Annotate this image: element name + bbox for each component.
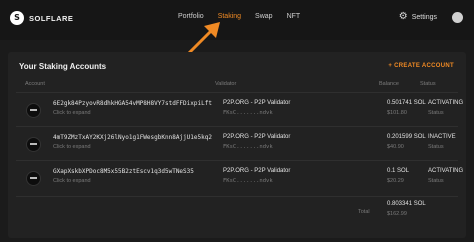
status-value: INACTIVE [428,134,456,140]
staking-accounts-panel: Your Staking Accounts + CREATE ACCOUNT A… [8,52,466,238]
tab-nft[interactable]: NFT [287,13,301,20]
total-row: Total 0.803341 SOL $162.99 [16,196,458,227]
account-icon [26,137,41,152]
total-sol: 0.803341 SOL [387,201,426,207]
logo-icon: S [10,11,24,25]
validator-name: P2P.ORG - P2P Validator [223,168,291,174]
status-value: ACTIVATING [428,168,464,174]
table-row[interactable]: 4mT9ZMzTxAY2KXj26lNyo1g1FWesgbKnn8AjjU1e… [16,126,458,159]
validator-name: P2P.ORG - P2P Validator [223,100,291,106]
balance-sol: 0.201599 SOL [387,134,426,140]
total-label: Total [358,209,370,215]
status-caption: Status [428,144,444,150]
status-caption: Status [428,110,444,116]
balance-usd: $40.90 [387,144,404,150]
account-icon [26,171,41,186]
column-header-account: Account [25,81,45,87]
logo-text: SOLFLARE [29,13,74,23]
column-header-balance: Balance [379,81,399,87]
validator-address: FKsC.......ndvk [223,110,273,116]
expand-link[interactable]: Click to expand [53,178,91,184]
table-row[interactable]: GXapXskbXPDoc8M5x55B2ztEscv1q3d5wTNeS35 … [16,160,463,193]
account-address: 6E2gk84PzyovR8dhkHGA54vMP8H8VY7stdFFDixp… [53,100,212,107]
total-usd: $162.99 [387,211,407,217]
gear-icon: ⚙ [398,11,408,22]
balance-sol: 0.1 SOL [387,168,410,174]
top-bar: S SOLFLARE Portfolio Staking Swap NFT ⚙ … [0,0,474,40]
validator-address: FKsC.......ndvk [223,178,273,184]
balance-usd: $101.80 [387,110,407,116]
balance-sol: 0.501741 SOL [387,100,426,106]
expand-link[interactable]: Click to expand [53,144,91,150]
avatar[interactable] [452,12,463,23]
settings-label: Settings [411,13,437,21]
table-row[interactable]: 6E2gk84PzyovR8dhkHGA54vMP8H8VY7stdFFDixp… [16,92,463,125]
column-header-status: Status [420,81,436,87]
status-value: ACTIVATING [428,100,464,106]
status-caption: Status [428,178,444,184]
logo[interactable]: S SOLFLARE [10,11,73,25]
create-account-button[interactable]: + CREATE ACCOUNT [388,63,454,69]
settings-button[interactable]: ⚙ Settings [399,12,437,22]
validator-address: FKsC.......ndvk [223,144,273,150]
expand-link[interactable]: Click to expand [53,110,91,116]
balance-usd: $20.29 [387,178,404,184]
tab-swap[interactable]: Swap [255,13,273,20]
account-address: 4mT9ZMzTxAY2KXj26lNyo1g1FWesgbKnn8AjjU1e… [53,134,212,141]
column-header-validator: Validator [215,81,237,87]
account-icon [26,103,41,118]
account-address: GXapXskbXPDoc8M5x55B2ztEscv1q3d5wTNeS35 [53,168,194,175]
validator-name: P2P.ORG - P2P Validator [223,134,291,140]
panel-title: Your Staking Accounts [19,62,107,71]
